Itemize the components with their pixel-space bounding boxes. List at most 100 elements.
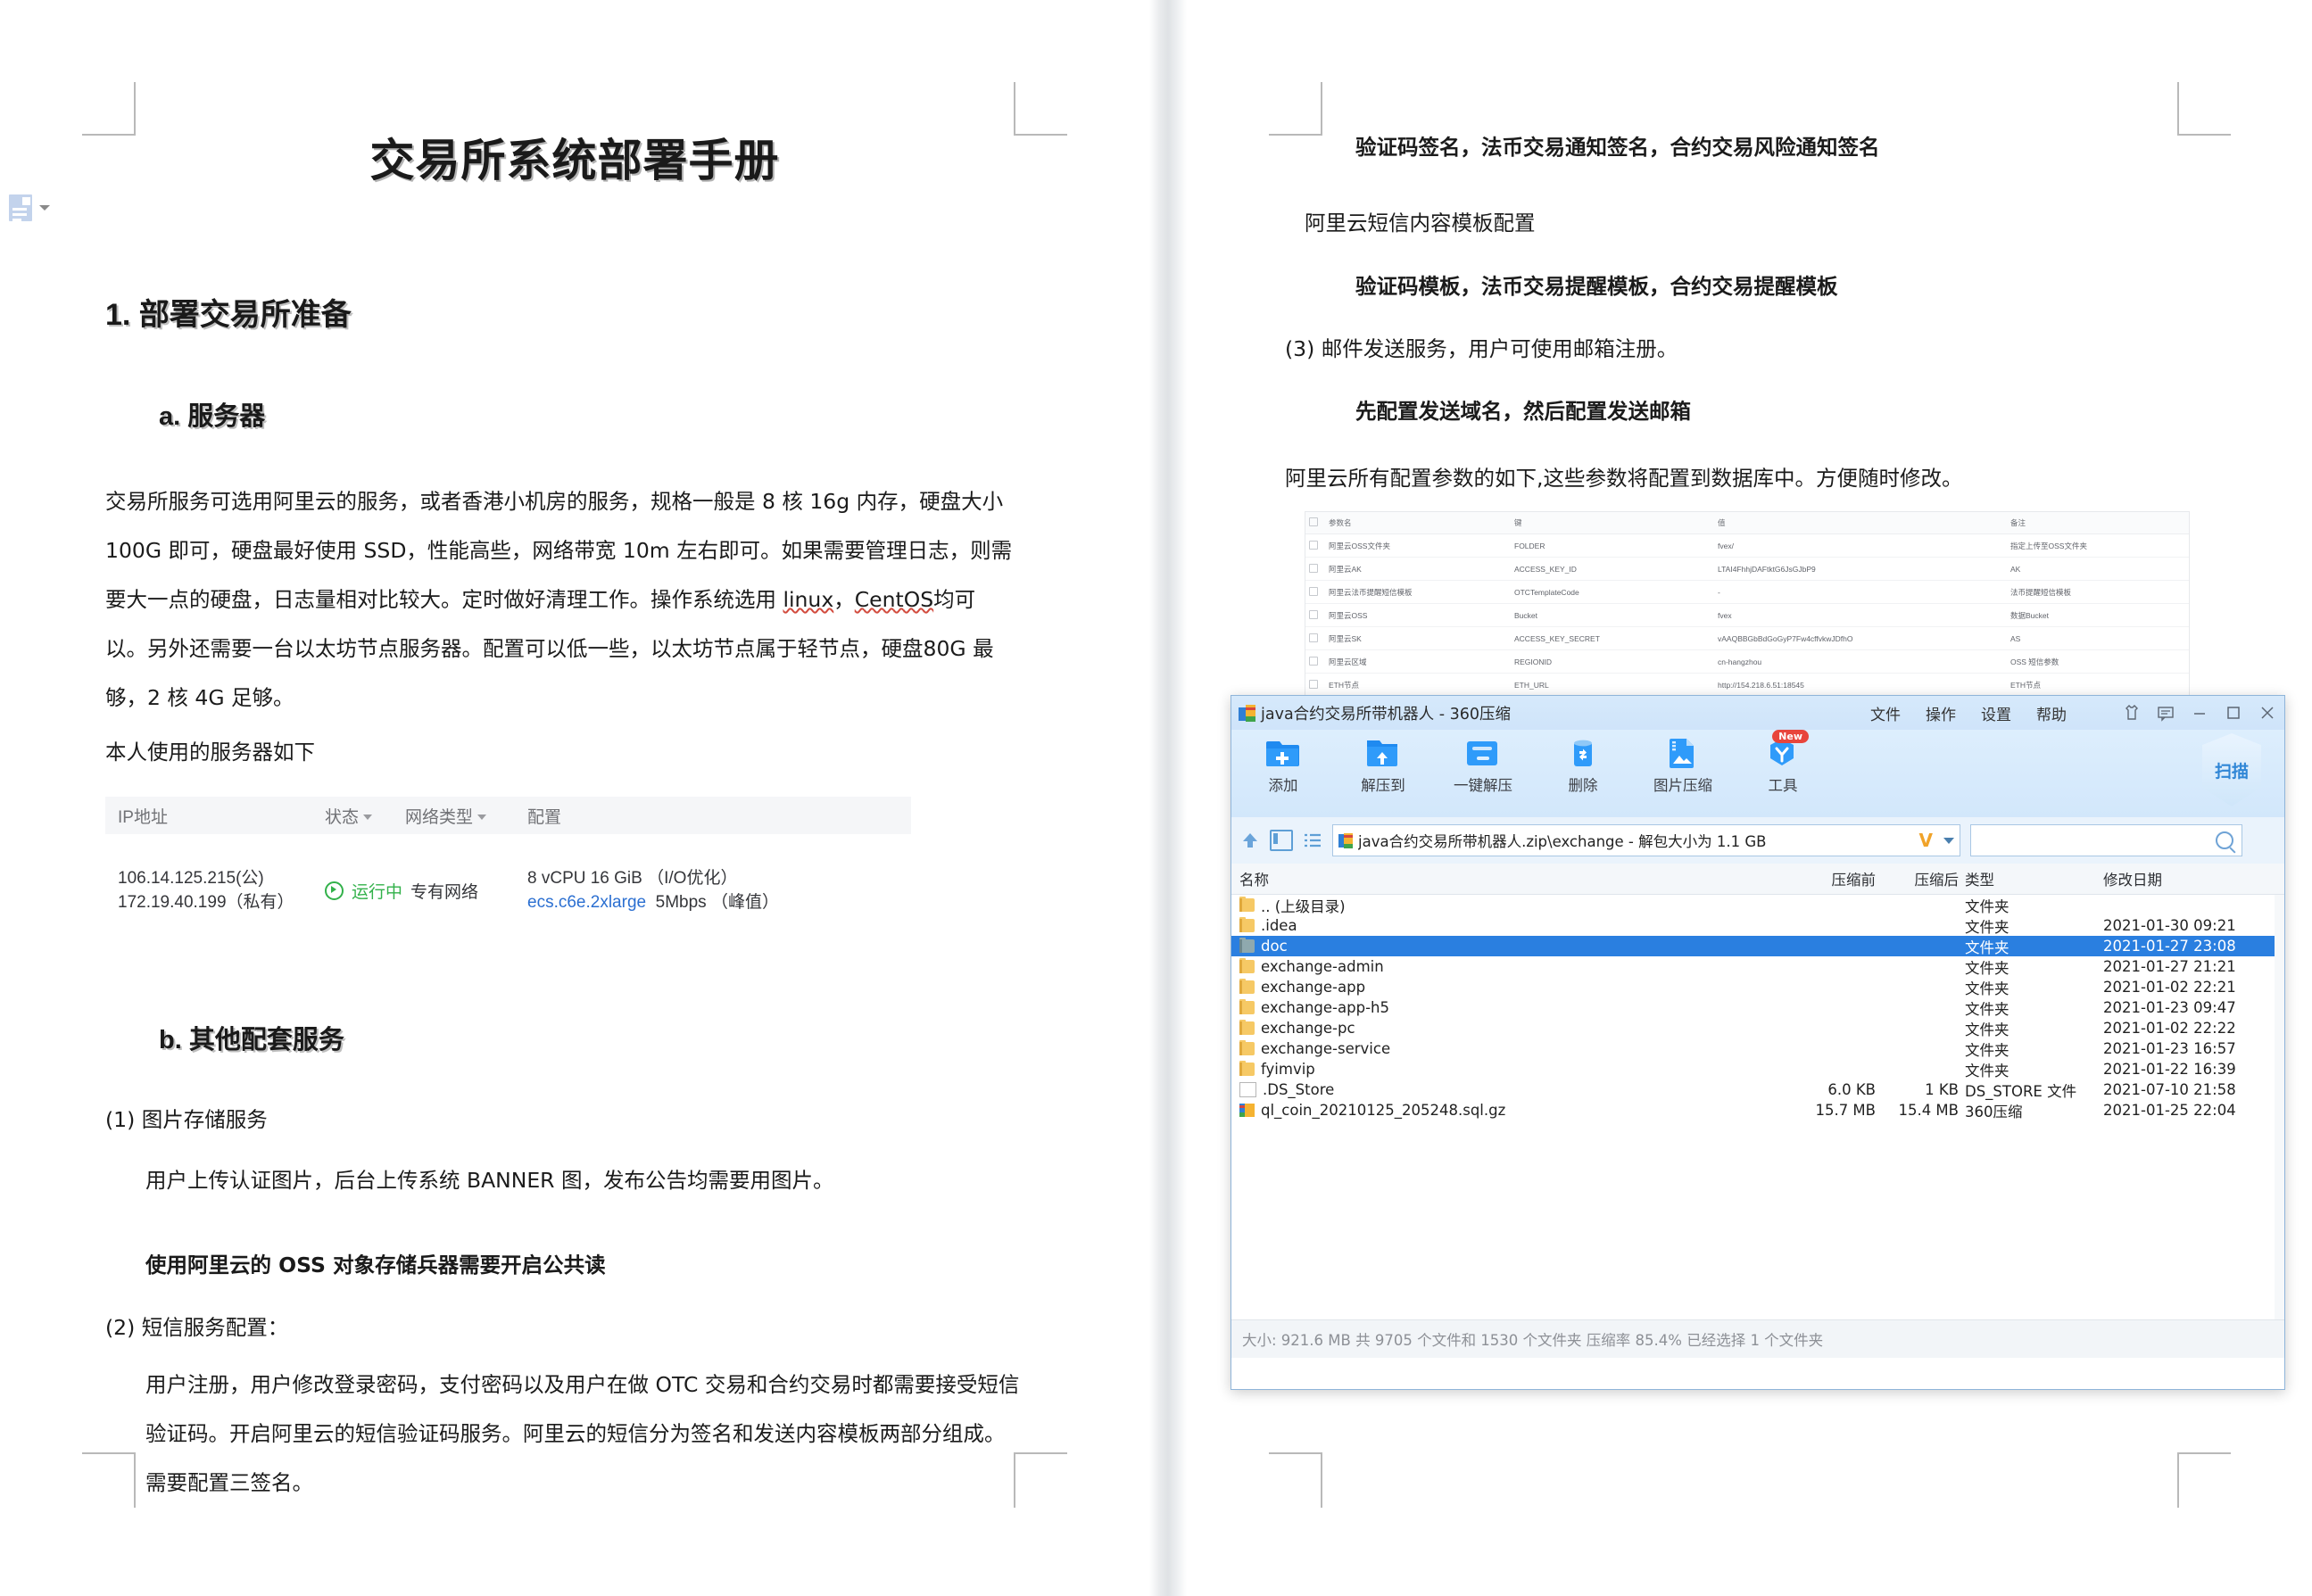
table-row[interactable]: 阿里云AK ACCESS_KEY_ID LTAI4FhhjDAFtktG6JsGJb…: [1305, 557, 2189, 581]
toolbar-tools-button[interactable]: New 工具: [1751, 730, 1815, 795]
file-name-cell: exchange-app: [1231, 979, 1778, 996]
file-list[interactable]: .. (上级目录) 文件夹 .idea 文件夹 2021-01-30 09:21 doc 文…: [1231, 895, 2284, 1319]
toolbar-tools-label: 工具: [1768, 777, 1798, 794]
row-checkbox-cell[interactable]: [1305, 580, 1325, 604]
window-toolbar[interactable]: 添加 解压到 一键解压 删除 图片压缩 New 工具 扫描: [1231, 730, 2284, 817]
maximize-icon[interactable]: [2224, 703, 2243, 723]
vertical-scrollbar[interactable]: [2275, 895, 2284, 1319]
checkbox-icon[interactable]: [1309, 563, 1318, 573]
row-checkbox-cell[interactable]: [1305, 603, 1325, 627]
minimize-icon[interactable]: [2190, 703, 2209, 723]
checkbox-icon[interactable]: [1309, 586, 1318, 596]
file-name: exchange-app-h5: [1261, 999, 1389, 1016]
toolbar-quick-extract-button[interactable]: 一键解压: [1451, 735, 1515, 795]
search-input[interactable]: [1970, 824, 2242, 856]
row-checkbox-cell[interactable]: [1305, 649, 1325, 674]
skin-icon[interactable]: [2122, 703, 2142, 723]
window-title-bar[interactable]: java合约交易所带机器人 - 360压缩 文件 操作 设置 帮助: [1231, 696, 2284, 730]
col-network[interactable]: 网络类型: [405, 804, 527, 828]
row-checkbox-cell[interactable]: [1305, 533, 1325, 558]
file-type: 文件夹: [1965, 1021, 2010, 1038]
file-row[interactable]: exchange-admin 文件夹 2021-01-27 21:21: [1231, 956, 2284, 977]
file-name-cell: exchange-pc: [1231, 1020, 1778, 1037]
row-checkbox-cell[interactable]: [1305, 626, 1325, 650]
file-row[interactable]: .DS_Store 6.0 KB 1 KB DS_STORE 文件 2021-07-10…: [1231, 1079, 2284, 1100]
file-row[interactable]: doc 文件夹 2021-01-27 23:08: [1231, 936, 2284, 956]
row-checkbox-cell[interactable]: [1305, 557, 1325, 581]
col-size-after[interactable]: 压缩后: [1876, 868, 1965, 889]
search-icon[interactable]: [2216, 831, 2233, 849]
checkbox-icon[interactable]: [1309, 633, 1318, 642]
file-row[interactable]: .idea 文件夹 2021-01-30 09:21: [1231, 915, 2284, 936]
table-row[interactable]: 阿里云SK ACCESS_KEY_SECRET vAAQBBGbBdGoGyP7Fw…: [1305, 626, 2189, 650]
col-name[interactable]: 名称: [1231, 868, 1778, 889]
config-instance-link[interactable]: ecs.c6e.2xlarge: [527, 893, 646, 912]
toolbar-add-button[interactable]: 添加: [1251, 735, 1315, 795]
cell-key: Bucket: [1511, 603, 1714, 627]
chevron-down-icon[interactable]: [39, 205, 50, 211]
select-all-checkbox-cell[interactable]: [1305, 512, 1325, 534]
table-row[interactable]: 阿里云OSS Bucket fvex 数据Bucket: [1305, 603, 2189, 627]
file-row[interactable]: ql_coin_20210125_205248.sql.gz 15.7 MB 15.…: [1231, 1100, 2284, 1121]
file-row[interactable]: exchange-pc 文件夹 2021-01-02 22:22: [1231, 1018, 2284, 1038]
close-icon[interactable]: [2258, 703, 2277, 723]
checkbox-icon[interactable]: [1309, 517, 1318, 526]
toolbar-delete-button[interactable]: 删除: [1551, 735, 1615, 795]
checkbox-icon[interactable]: [1309, 679, 1318, 689]
folder-quick-icon: [1464, 735, 1502, 771]
file-name: .idea: [1261, 917, 1297, 934]
cell-param-name: 阿里云法币提醒短信模板: [1325, 580, 1511, 604]
network-type: 专有网络: [410, 882, 479, 902]
file-name: exchange-admin: [1261, 958, 1384, 975]
path-text: java合约交易所带机器人.zip\exchange - 解包大小为 1.1 G…: [1358, 833, 1767, 850]
table-row[interactable]: 阿里云法币提醒短信模板 OTCTemplateCode - 法币提醒短信模板: [1305, 580, 2189, 604]
go-up-icon[interactable]: [1240, 831, 1260, 850]
address-bar[interactable]: java合约交易所带机器人.zip\exchange - 解包大小为 1.1 G…: [1231, 817, 2284, 864]
tools-icon: New: [1764, 730, 1809, 771]
list-view-icon[interactable]: [1303, 831, 1322, 849]
paragraph-sms-body: 用户注册，用户修改登录密码，支付密码以及用户在做 OTC 交易和合约交易时都需要…: [145, 1360, 1020, 1508]
file-list-header[interactable]: 名称 压缩前 压缩后 类型 修改日期: [1231, 864, 2284, 895]
menu-help[interactable]: 帮助: [2036, 702, 2067, 724]
ecs-table-header: IP地址 状态 网络类型 配置: [105, 797, 911, 834]
checkbox-icon[interactable]: [1309, 656, 1318, 666]
menu-operation[interactable]: 操作: [1926, 702, 1956, 724]
table-row[interactable]: 阿里云区域 REGIONID cn-hangzhou OSS 短信参数: [1305, 649, 2189, 674]
paste-options-control[interactable]: [9, 194, 50, 221]
menu-settings[interactable]: 设置: [1981, 702, 2011, 724]
folder-icon: [1239, 999, 1255, 1014]
window-controls[interactable]: [2122, 703, 2277, 723]
toolbar-image-compress-button[interactable]: 图片压缩: [1651, 735, 1715, 795]
chevron-down-icon[interactable]: [363, 815, 373, 821]
col-type[interactable]: 类型: [1965, 868, 2103, 889]
row-checkbox-cell[interactable]: [1305, 673, 1325, 697]
details-view-icon[interactable]: [1270, 830, 1293, 851]
checkbox-icon[interactable]: [1309, 540, 1318, 550]
file-modified-date: 2021-01-23 16:57: [2103, 1040, 2236, 1057]
menu-file[interactable]: 文件: [1870, 702, 1901, 724]
toolbar-extract-to-button[interactable]: 解压到: [1351, 735, 1415, 795]
scan-button[interactable]: 扫描: [2199, 732, 2265, 808]
col-modified-date[interactable]: 修改日期: [2103, 868, 2282, 889]
table-row[interactable]: ETH节点 ETH_URL http://154.218.6.51:18545 ETH…: [1305, 673, 2189, 697]
file-modified-date: 2021-01-23 09:47: [2103, 999, 2236, 1016]
feedback-icon[interactable]: [2156, 703, 2175, 723]
file-row[interactable]: exchange-service 文件夹 2021-01-23 16:57: [1231, 1038, 2284, 1059]
chevron-down-icon[interactable]: [477, 815, 487, 821]
col-size-before[interactable]: 压缩前: [1778, 868, 1877, 889]
spellcheck-linux: linux: [783, 587, 834, 612]
table-row[interactable]: 阿里云OSS文件夹 FOLDER fvex/指定上传至OSS文件夹: [1305, 533, 2189, 558]
cell-key: ACCESS_KEY_ID: [1511, 557, 1714, 581]
file-row[interactable]: .. (上级目录) 文件夹: [1231, 895, 2284, 915]
file-row[interactable]: exchange-app 文件夹 2021-01-02 22:21: [1231, 977, 2284, 997]
col-param-name: 参数名: [1325, 512, 1511, 534]
zip-application-window[interactable]: java合约交易所带机器人 - 360压缩 文件 操作 设置 帮助 添加 解压到…: [1231, 695, 2285, 1390]
checkbox-icon[interactable]: [1309, 609, 1318, 619]
col-status[interactable]: 状态: [325, 804, 405, 828]
path-input[interactable]: java合约交易所带机器人.zip\exchange - 解包大小为 1.1 G…: [1332, 824, 1960, 856]
menu-bar[interactable]: 文件 操作 设置 帮助: [1870, 702, 2277, 724]
cell-remark: ETH节点: [2007, 673, 2189, 697]
file-row[interactable]: fyimvip 文件夹 2021-01-22 16:39: [1231, 1059, 2284, 1079]
file-row[interactable]: exchange-app-h5 文件夹 2021-01-23 09:47: [1231, 997, 2284, 1018]
chevron-down-icon[interactable]: [1943, 837, 1954, 844]
